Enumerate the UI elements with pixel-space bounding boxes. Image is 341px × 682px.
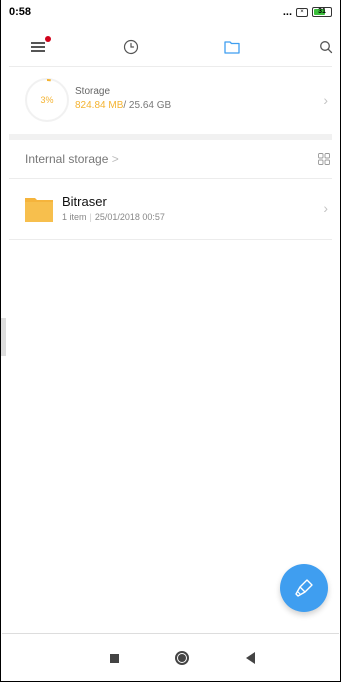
clean-button[interactable] xyxy=(280,564,328,612)
storage-used: 824.84 MB xyxy=(75,100,124,111)
battery-icon: 31 xyxy=(312,7,332,17)
back-button[interactable] xyxy=(240,648,260,668)
search-button[interactable] xyxy=(315,36,337,58)
storage-title: Storage xyxy=(75,86,111,97)
file-count: 1 item xyxy=(62,212,87,222)
home-button[interactable] xyxy=(172,648,192,668)
system-nav-bar xyxy=(2,633,339,681)
path-divider xyxy=(9,178,332,179)
recent-tab[interactable] xyxy=(120,36,142,58)
status-icons: ... × 31 xyxy=(283,6,332,18)
breadcrumb: Internal storage > xyxy=(9,148,332,170)
folder-icon xyxy=(25,198,53,222)
more-dots: ... xyxy=(282,6,292,18)
file-meta: 1 item | 25/01/2018 00:57 xyxy=(62,212,165,222)
storage-values: 824.84 MB/ 25.64 GB xyxy=(75,100,171,111)
battery-level: 31 xyxy=(318,8,326,15)
storage-summary-card[interactable]: 3% Storage 824.84 MB/ 25.64 GB › xyxy=(9,74,332,128)
grid-view-icon[interactable] xyxy=(318,153,330,165)
search-icon xyxy=(320,41,333,54)
file-divider xyxy=(9,239,332,240)
clock-icon xyxy=(123,39,139,55)
breadcrumb-internal-storage[interactable]: Internal storage > xyxy=(25,152,119,166)
app-frame: 0:58 ... × 31 3% Storage 824.84 MB/ 25.6… xyxy=(0,0,341,682)
list-item[interactable]: Bitraser 1 item | 25/01/2018 00:57 › xyxy=(9,186,332,236)
chevron-right-icon: › xyxy=(323,92,328,108)
menu-icon xyxy=(31,36,51,52)
clean-brush-icon xyxy=(295,579,313,597)
chevron-right-icon: › xyxy=(323,200,328,216)
menu-button[interactable] xyxy=(27,36,51,58)
sim-icon: × xyxy=(296,7,308,17)
toolbar-divider xyxy=(9,66,332,67)
storage-total: / 25.64 GB xyxy=(123,100,172,111)
home-circle-icon xyxy=(175,651,189,665)
status-time: 0:58 xyxy=(9,6,32,18)
edge-handle[interactable] xyxy=(1,318,6,356)
file-name: Bitraser xyxy=(62,194,107,209)
section-separator xyxy=(9,134,332,140)
top-toolbar xyxy=(1,30,340,64)
folder-icon xyxy=(224,41,240,54)
status-bar: 0:58 ... × 31 xyxy=(9,3,332,21)
notification-dot xyxy=(45,36,51,42)
square-icon xyxy=(109,653,119,663)
back-triangle-icon xyxy=(245,652,255,664)
recents-button[interactable] xyxy=(104,648,124,668)
storage-percent: 3% xyxy=(40,95,54,105)
file-date: 25/01/2018 00:57 xyxy=(94,212,165,222)
storage-tab[interactable] xyxy=(221,36,243,58)
